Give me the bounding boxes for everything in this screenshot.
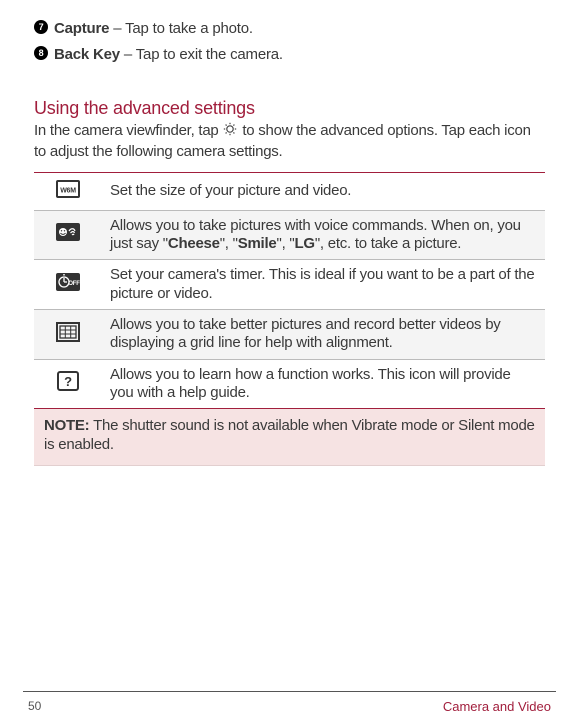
section-title: Using the advanced settings <box>34 98 545 119</box>
row-voice-desc: Allows you to take pictures with voice c… <box>102 210 545 260</box>
row-timer: OFF Set your camera's timer. This is ide… <box>34 260 545 310</box>
row-voice: Allows you to take pictures with voice c… <box>34 210 545 260</box>
svg-text:W6M: W6M <box>60 187 76 194</box>
note-text: The shutter sound is not available when … <box>44 417 535 453</box>
page-number: 50 <box>28 699 41 713</box>
row-help-desc: Allows you to learn how a function works… <box>102 359 545 409</box>
row-size-desc: Set the size of your picture and video. <box>102 172 545 210</box>
help-icon: ? <box>55 370 81 392</box>
intro-text: In the camera viewfinder, tap to show th… <box>34 121 545 162</box>
backkey-label: Back Key <box>54 46 120 63</box>
backkey-desc: – Tap to exit the camera. <box>120 46 283 63</box>
numbered-item-8: 8 Back Key – Tap to exit the camera. <box>34 46 545 64</box>
row-grid-desc: Allows you to take better pictures and r… <box>102 309 545 359</box>
capture-desc: – Tap to take a photo. <box>109 20 253 37</box>
page-footer: 50 Camera and Video <box>0 691 579 692</box>
page-content: 7 Capture – Tap to take a photo. 8 Back … <box>0 0 579 466</box>
capture-label: Capture <box>54 20 109 37</box>
note-box: NOTE: The shutter sound is not available… <box>34 409 545 466</box>
number-badge-8: 8 <box>34 46 48 60</box>
voice-icon <box>55 222 81 242</box>
row-size: W6M Set the size of your picture and vid… <box>34 172 545 210</box>
row-grid: Allows you to take better pictures and r… <box>34 309 545 359</box>
row-timer-desc: Set your camera's timer. This is ideal i… <box>102 260 545 310</box>
svg-text:OFF: OFF <box>68 281 80 287</box>
grid-icon <box>55 321 81 343</box>
row-help: ? Allows you to learn how a function wor… <box>34 359 545 409</box>
svg-text:?: ? <box>64 374 72 389</box>
gear-icon <box>222 121 238 143</box>
number-badge-7: 7 <box>34 20 48 34</box>
timer-icon: OFF <box>55 272 81 292</box>
numbered-item-7: 7 Capture – Tap to take a photo. <box>34 20 545 38</box>
note-label: NOTE: <box>44 417 89 434</box>
footer-section-label: Camera and Video <box>443 699 551 714</box>
size-icon: W6M <box>55 179 81 199</box>
settings-table: W6M Set the size of your picture and vid… <box>34 172 545 410</box>
